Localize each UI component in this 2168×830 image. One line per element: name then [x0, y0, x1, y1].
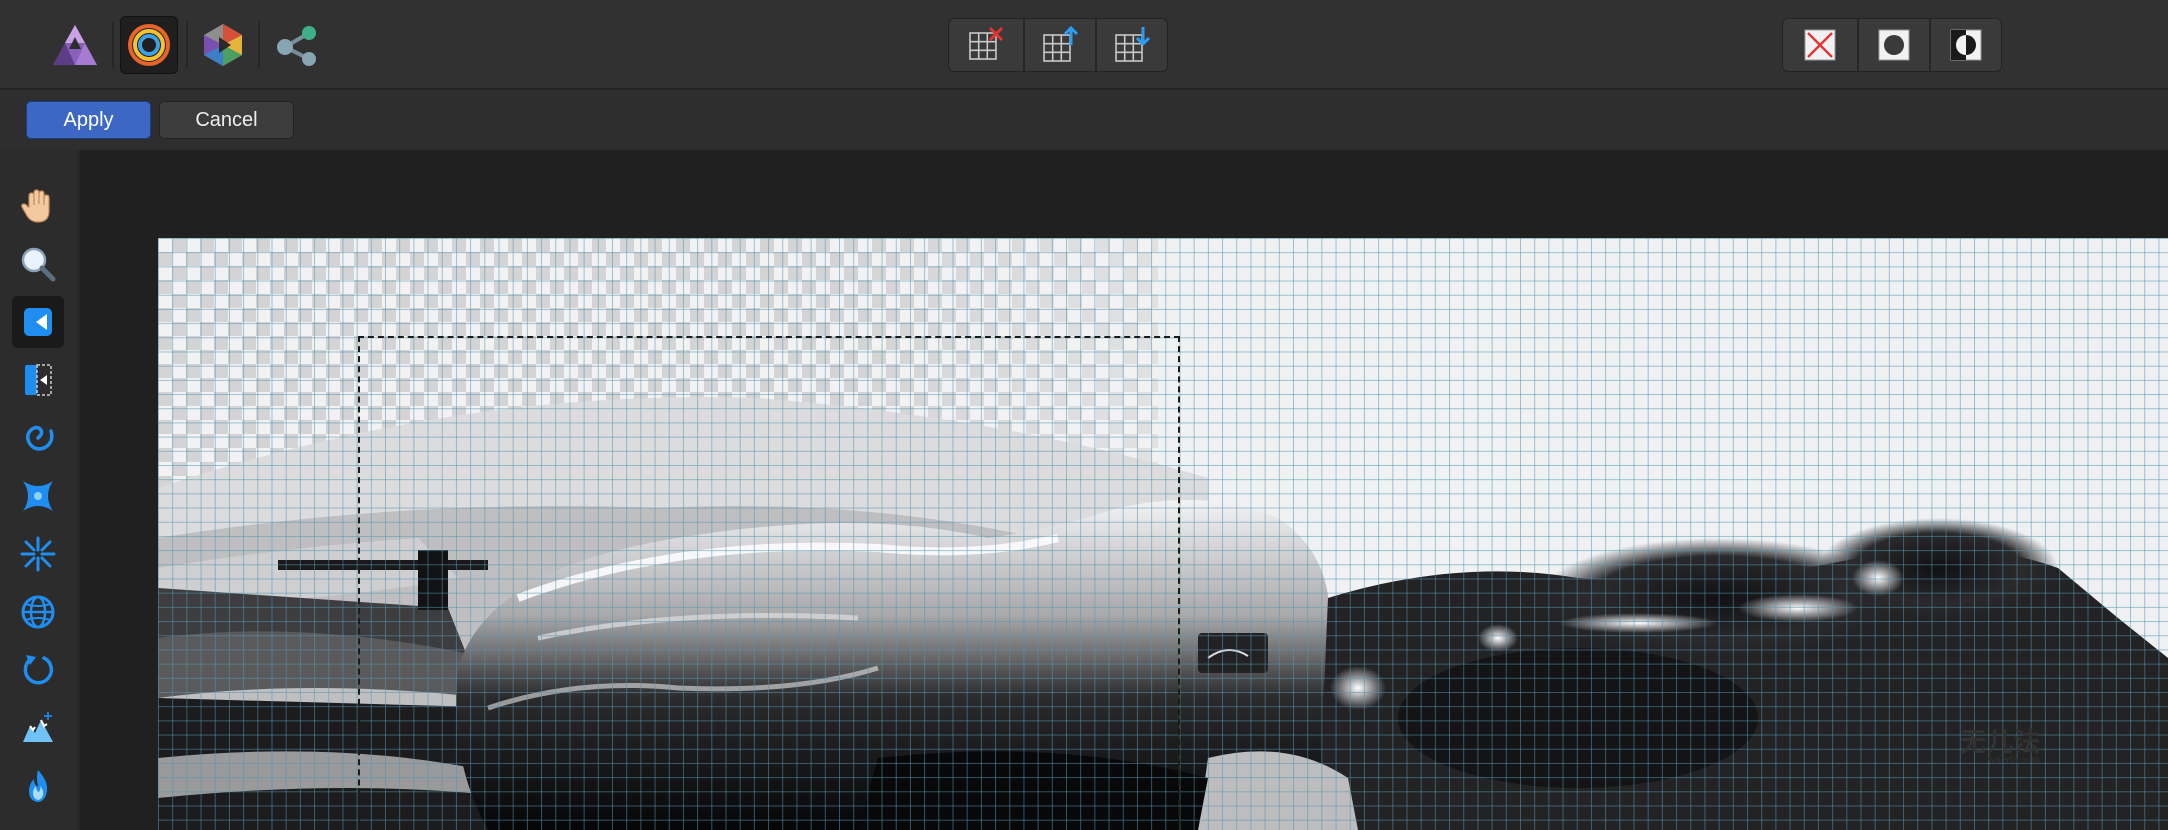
twirl-icon[interactable]: [12, 412, 64, 464]
watermark: 无儿法 waerfa.com: [1960, 722, 2041, 766]
photo-persona-icon[interactable]: [46, 16, 104, 74]
mesh-load-icon[interactable]: [1097, 19, 1167, 71]
tools-panel: [0, 150, 80, 830]
reconstruct-icon[interactable]: [12, 644, 64, 696]
watermark-text: 无儿法: [1960, 727, 2042, 757]
thaw-icon[interactable]: [12, 760, 64, 812]
watermark-subtext: waerfa.com: [1988, 755, 2040, 766]
punch-icon[interactable]: [12, 528, 64, 580]
view-hand-icon[interactable]: [12, 180, 64, 232]
push-left-icon[interactable]: [12, 354, 64, 406]
document-canvas[interactable]: 无儿法 waerfa.com: [158, 238, 2168, 830]
mask-tools-group: [1782, 18, 2002, 72]
export-persona-icon[interactable]: [268, 16, 326, 74]
main-toolbar: [0, 0, 2168, 90]
persona-divider: [186, 22, 188, 68]
mesh-tools-group: [948, 18, 1168, 72]
pinch-icon[interactable]: [12, 470, 64, 522]
mesh-save-icon[interactable]: [1025, 19, 1097, 71]
apply-button[interactable]: Apply: [26, 101, 151, 139]
clear-mask-icon[interactable]: [1783, 19, 1859, 71]
develop-persona-icon[interactable]: [194, 16, 252, 74]
zoom-icon[interactable]: [12, 238, 64, 290]
context-toolbar: Apply Cancel: [0, 90, 2168, 150]
invert-mask-icon[interactable]: [1931, 19, 2001, 71]
push-forward-icon[interactable]: [12, 296, 64, 348]
persona-divider: [112, 22, 114, 68]
turbulence-icon[interactable]: [12, 586, 64, 638]
persona-divider: [258, 22, 260, 68]
freeze-icon[interactable]: [12, 702, 64, 754]
mesh-clear-icon[interactable]: [949, 19, 1025, 71]
freeze-mask-selection: [358, 336, 1180, 830]
liquify-persona-icon[interactable]: [120, 16, 178, 74]
cancel-button[interactable]: Cancel: [159, 101, 294, 139]
mask-view-icon[interactable]: [1859, 19, 1931, 71]
